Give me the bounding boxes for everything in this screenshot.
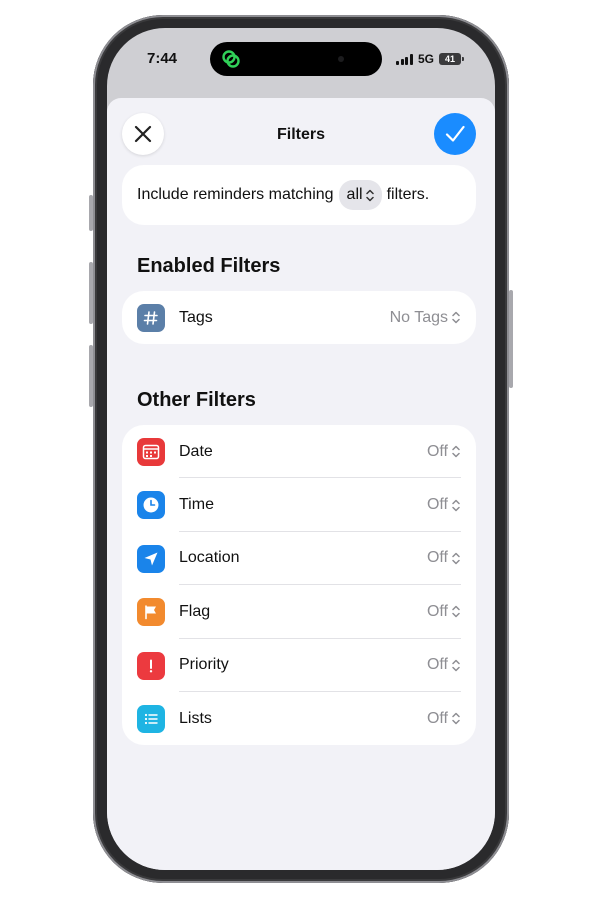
filter-row-date[interactable]: Date Off — [122, 425, 476, 479]
match-mode-value: all — [346, 186, 363, 203]
filter-row-lists[interactable]: Lists Off — [122, 692, 476, 745]
filter-label: Tags — [179, 308, 213, 326]
filter-label: Location — [179, 549, 240, 567]
exclamation-icon — [137, 651, 165, 680]
clock-icon — [137, 491, 165, 520]
other-filters-heading: Other Filters — [137, 389, 256, 411]
volume-up-button — [89, 262, 93, 324]
filter-row-location[interactable]: Location Off — [122, 532, 476, 586]
power-button — [509, 290, 513, 388]
battery-icon: 41 — [439, 53, 464, 65]
filter-value: Off — [427, 603, 460, 621]
filter-value: Off — [427, 656, 460, 674]
camera-dot — [338, 56, 344, 62]
match-mode-selector[interactable]: all — [338, 180, 382, 210]
filter-label: Flag — [179, 602, 211, 620]
chevron-up-down-icon — [452, 606, 460, 618]
hashtag-icon — [137, 304, 165, 332]
filter-label: Time — [179, 496, 214, 514]
filter-row-time[interactable]: Time Off — [122, 478, 476, 532]
screen: 7:44 5G 41 Filters Include reminders mat… — [107, 28, 495, 870]
filter-row-tags[interactable]: Tags No Tags — [122, 291, 476, 344]
chevron-up-down-icon — [452, 659, 460, 671]
status-bar: 7:44 5G 41 — [107, 28, 495, 92]
checkmark-icon — [445, 125, 465, 142]
network-type: 5G — [417, 52, 434, 66]
filter-value: Off — [427, 549, 460, 567]
filter-value: No Tags — [390, 309, 460, 327]
status-indicators: 5G 41 — [396, 52, 464, 66]
calendar-icon — [137, 438, 165, 466]
volume-down-button — [89, 345, 93, 407]
chevron-up-down-icon — [452, 712, 460, 725]
filter-label: Date — [179, 442, 213, 460]
enabled-filters-heading: Enabled Filters — [137, 255, 281, 277]
filter-value: Off — [427, 496, 460, 514]
action-button — [89, 195, 93, 231]
filter-row-priority[interactable]: Priority Off — [122, 639, 476, 692]
location-arrow-icon — [137, 544, 165, 573]
filters-sheet: Filters Include reminders matching all f… — [107, 98, 495, 870]
enabled-filters-list: Tags No Tags — [122, 291, 476, 345]
filter-label: Lists — [179, 709, 212, 727]
match-mode-row: Include reminders matching all filters. — [122, 165, 476, 225]
chevron-up-down-icon — [452, 552, 460, 565]
chevron-up-down-icon — [365, 189, 374, 201]
other-filters-list: Date Off Time Off Location Off Flag Off … — [122, 425, 476, 746]
list-icon — [137, 704, 165, 733]
dynamic-island[interactable] — [210, 42, 382, 76]
flag-icon — [137, 598, 165, 627]
filter-value: Off — [427, 443, 460, 461]
signal-icon — [396, 53, 413, 65]
match-prefix: Include reminders matching — [137, 186, 334, 203]
chevron-up-down-icon — [452, 311, 460, 324]
chevron-up-down-icon — [452, 445, 460, 458]
match-suffix: filters. — [386, 186, 430, 203]
chevron-up-down-icon — [452, 499, 460, 511]
filter-row-flag[interactable]: Flag Off — [122, 585, 476, 639]
status-time: 7:44 — [147, 50, 178, 67]
filter-value: Off — [427, 710, 460, 728]
filter-label: Priority — [179, 656, 229, 674]
done-button[interactable] — [434, 113, 476, 155]
link-rings-icon — [222, 50, 240, 68]
